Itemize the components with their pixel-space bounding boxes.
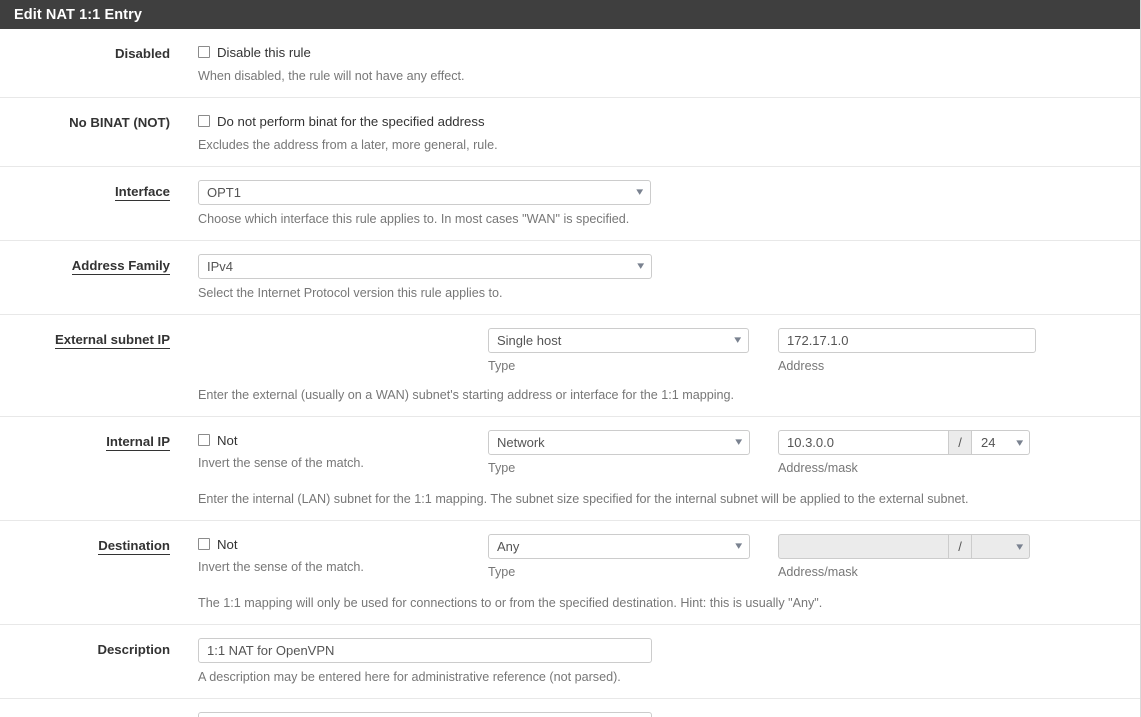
interface-select-value: OPT1 [207, 186, 241, 199]
description-value: 1:1 NAT for OpenVPN [207, 644, 334, 657]
chevron-down-icon: ▾ [638, 261, 645, 272]
external-type-sublabel: Type [488, 359, 778, 373]
nat-reflection-select[interactable]: Use system default ▾ [198, 712, 652, 717]
external-type-select-value: Single host [497, 334, 561, 347]
description-help-text: A description may be entered here for ad… [198, 669, 1140, 686]
external-address-input[interactable]: 172.17.1.0 [778, 328, 1036, 353]
internal-type-select[interactable]: Network ▾ [488, 430, 750, 455]
internal-not-label: Not [217, 433, 238, 448]
external-subnet-help-text: Enter the external (usually on a WAN) su… [198, 387, 1140, 404]
no-binat-checkbox-group[interactable]: Do not perform binat for the specified a… [198, 111, 1140, 131]
destination-help-text: The 1:1 mapping will only be used for co… [198, 595, 1140, 612]
external-type-select[interactable]: Single host ▾ [488, 328, 749, 353]
label-disabled: Disabled [0, 42, 182, 85]
label-external-subnet-ip: External subnet IP [0, 328, 182, 404]
chevron-down-icon: ▾ [1017, 540, 1024, 553]
label-internal-ip: Internal IP [0, 430, 182, 475]
disable-rule-checkbox[interactable] [198, 46, 210, 58]
destination-address-sublabel: Address/mask [778, 565, 1030, 579]
chevron-down-icon: ▾ [736, 541, 743, 552]
no-binat-checkbox[interactable] [198, 115, 210, 127]
label-interface: Interface [0, 180, 182, 228]
label-address-family: Address Family [0, 254, 182, 302]
form-row-interface: Interface OPT1 ▾ Choose which interface … [0, 167, 1140, 241]
label-destination: Destination [0, 534, 182, 579]
disable-rule-label: Disable this rule [217, 45, 311, 60]
internal-ip-help-text: Enter the internal (LAN) subnet for the … [198, 491, 1140, 508]
destination-type-select-value: Any [497, 540, 519, 553]
chevron-down-icon: ▾ [1017, 436, 1024, 449]
interface-help-text: Choose which interface this rule applies… [198, 211, 1140, 228]
internal-address-sublabel: Address/mask [778, 461, 1030, 475]
destination-address-mask-group: / ▾ [778, 534, 1030, 559]
internal-mask-select[interactable]: 24 ▾ [972, 430, 1030, 455]
edit-nat-1to1-entry-page: Edit NAT 1:1 Entry Disabled Disable this… [0, 0, 1141, 717]
destination-not-help-text: Invert the sense of the match. [198, 560, 488, 574]
label-description: Description [0, 638, 182, 686]
address-family-select[interactable]: IPv4 ▾ [198, 254, 652, 279]
panel-title-bar: Edit NAT 1:1 Entry [0, 0, 1140, 29]
internal-type-sublabel: Type [488, 461, 778, 475]
form-row-description: Description 1:1 NAT for OpenVPN A descri… [0, 625, 1140, 699]
internal-type-select-value: Network [497, 436, 545, 449]
form-row-address-family: Address Family IPv4 ▾ Select the Interne… [0, 241, 1140, 315]
chevron-down-icon: ▾ [736, 437, 743, 448]
form-row-internal-ip: Internal IP Not Invert the sense of the … [0, 417, 1140, 521]
form-row-nat-reflection: NAT reflection Use system default ▾ [0, 699, 1140, 717]
internal-not-help-text: Invert the sense of the match. [198, 456, 488, 470]
internal-address-mask-group: 10.3.0.0 / 24 ▾ [778, 430, 1030, 455]
description-input[interactable]: 1:1 NAT for OpenVPN [198, 638, 652, 663]
page-title: Edit NAT 1:1 Entry [14, 7, 142, 23]
destination-slash-addon: / [948, 534, 972, 559]
external-address-value: 172.17.1.0 [787, 334, 848, 347]
disable-rule-checkbox-group[interactable]: Disable this rule [198, 42, 1140, 62]
label-nat-reflection: NAT reflection [0, 712, 182, 717]
destination-not-checkbox[interactable] [198, 538, 210, 550]
destination-not-label: Not [217, 537, 238, 552]
form-row-disabled: Disabled Disable this rule When disabled… [0, 29, 1140, 98]
form-row-external-subnet-ip: External subnet IP Single host ▾ Type 17… [0, 315, 1140, 417]
chevron-down-icon: ▾ [735, 335, 742, 346]
address-family-help-text: Select the Internet Protocol version thi… [198, 285, 1140, 302]
label-no-binat: No BINAT (NOT) [0, 111, 182, 154]
disabled-help-text: When disabled, the rule will not have an… [198, 68, 1140, 85]
address-family-select-value: IPv4 [207, 260, 233, 273]
internal-mask-value: 24 [981, 435, 995, 450]
external-address-sublabel: Address [778, 359, 1036, 373]
destination-address-input[interactable] [778, 534, 948, 559]
no-binat-label: Do not perform binat for the specified a… [217, 114, 485, 129]
interface-select[interactable]: OPT1 ▾ [198, 180, 651, 205]
chevron-down-icon: ▾ [637, 187, 644, 198]
internal-not-checkbox-group[interactable]: Not [198, 430, 488, 450]
form-row-destination: Destination Not Invert the sense of the … [0, 521, 1140, 625]
destination-type-sublabel: Type [488, 565, 778, 579]
internal-slash-addon: / [948, 430, 972, 455]
no-binat-help-text: Excludes the address from a later, more … [198, 137, 1140, 154]
destination-not-checkbox-group[interactable]: Not [198, 534, 488, 554]
internal-not-checkbox[interactable] [198, 434, 210, 446]
internal-address-value: 10.3.0.0 [787, 436, 834, 449]
internal-address-input[interactable]: 10.3.0.0 [778, 430, 948, 455]
destination-type-select[interactable]: Any ▾ [488, 534, 750, 559]
form-row-no-binat: No BINAT (NOT) Do not perform binat for … [0, 98, 1140, 167]
destination-mask-select[interactable]: ▾ [972, 534, 1030, 559]
